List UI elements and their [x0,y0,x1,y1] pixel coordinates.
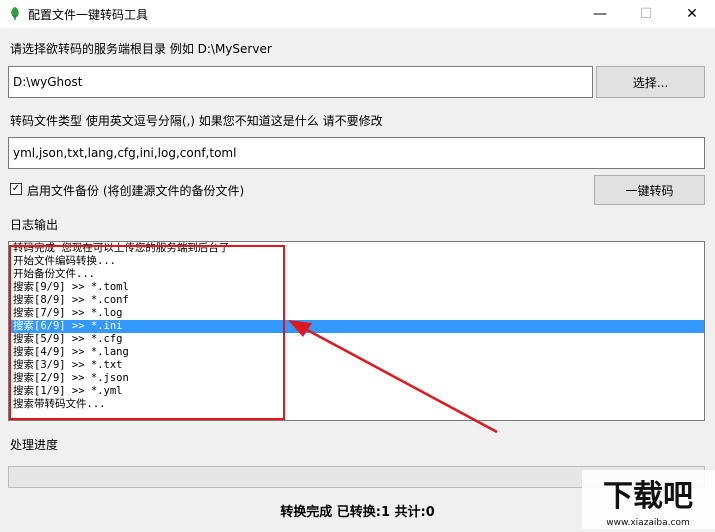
log-lines: 转码完成 您现在可以上传您的服务端到后台了 开始文件编码转换... 开始备份文件..… [9,242,704,411]
log-line[interactable]: 搜索带转码文件... [9,398,704,411]
status-text: 转换完成 已转换:1 共计:0 [280,505,435,520]
server-dir-input[interactable]: D:\wyGhost [8,66,593,98]
log-line[interactable]: 开始备份文件... [9,268,704,281]
backup-checkbox[interactable]: ✓ [10,183,22,195]
log-output[interactable]: 转码完成 您现在可以上传您的服务端到后台了 开始文件编码转换... 开始备份文件..… [8,241,705,421]
log-line[interactable]: 转码完成 您现在可以上传您的服务端到后台了 [9,242,704,255]
minimize-button[interactable]: — [577,0,623,28]
close-button[interactable]: ✕ [669,0,715,28]
file-types-input[interactable]: yml,json,txt,lang,cfg,ini,log,conf,toml [8,137,705,169]
window-title: 配置文件一键转码工具 [28,8,149,22]
maximize-icon: ☐ [639,6,653,22]
log-line[interactable]: 搜索[5/9] >> *.cfg [9,333,704,346]
server-dir-value: D:\wyGhost [13,75,83,89]
checkmark-icon: ✓ [11,183,21,194]
log-line[interactable]: 开始文件编码转换... [9,255,704,268]
maximize-button[interactable]: ☐ [623,0,669,28]
browse-button[interactable]: 选择... [596,66,705,98]
app-leaf-icon [11,7,19,20]
convert-button[interactable]: 一键转码 [594,175,705,205]
log-line[interactable]: 搜索[8/9] >> *.conf [9,294,704,307]
file-types-label: 转码文件类型 使用英文逗号分隔(,) 如果您不知道这是什么 请不要修改 [10,114,383,128]
close-icon: ✕ [686,6,698,22]
backup-label: 启用文件备份 (将创建源文件的备份文件) [27,184,245,198]
log-line[interactable]: 搜索[9/9] >> *.toml [9,281,704,294]
log-line[interactable]: 搜索[4/9] >> *.lang [9,346,704,359]
minimize-icon: — [593,6,607,22]
log-label: 日志输出 [10,218,59,232]
convert-label: 一键转码 [625,183,674,198]
title-bar: 配置文件一键转码工具 — ☐ ✕ [0,0,715,28]
file-types-value: yml,json,txt,lang,cfg,ini,log,conf,toml [13,146,237,160]
progress-bar [8,466,705,488]
log-line[interactable]: 搜索[7/9] >> *.log [9,307,704,320]
server-dir-label: 请选择欲转码的服务端根目录 例如 D:\MyServer [10,42,272,56]
progress-label: 处理进度 [10,438,59,452]
browse-label: 选择... [632,75,669,90]
log-line[interactable]: 搜索[1/9] >> *.yml [9,385,704,398]
log-line[interactable]: 搜索[6/9] >> *.ini [9,320,704,333]
log-line[interactable]: 搜索[2/9] >> *.json [9,372,704,385]
log-line[interactable]: 搜索[3/9] >> *.txt [9,359,704,372]
